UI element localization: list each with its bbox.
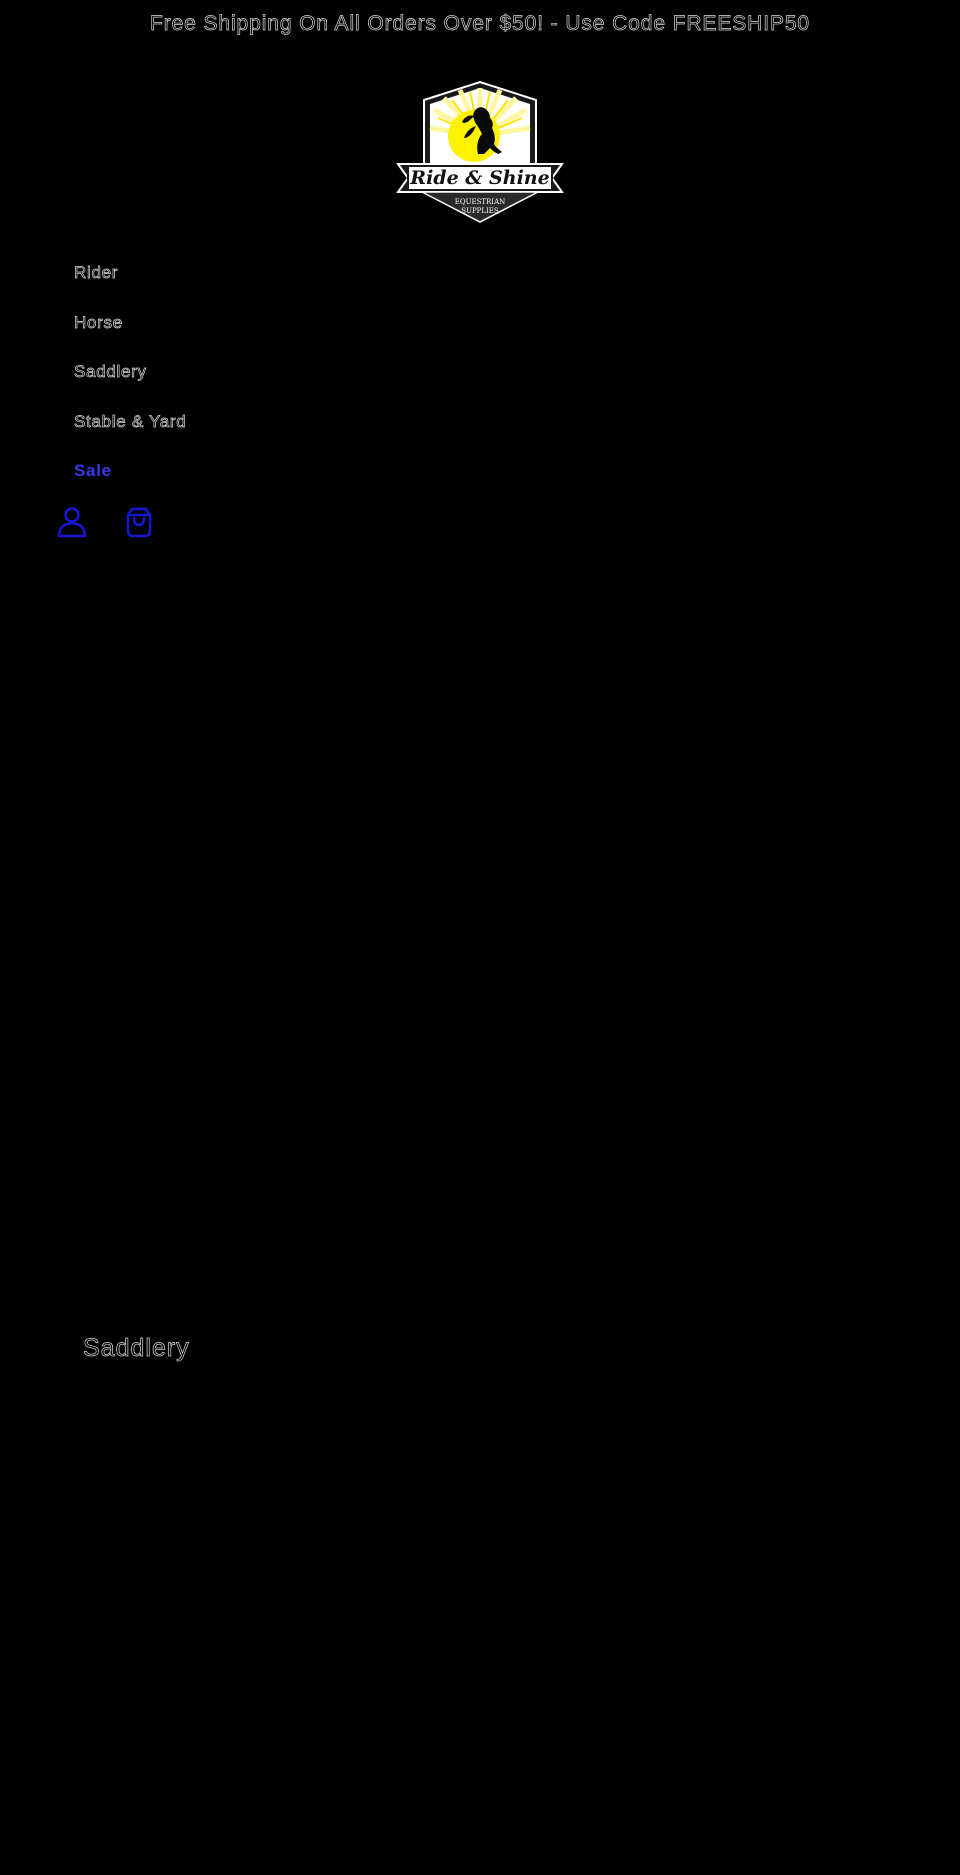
ride-and-shine-logo: Ride & Shine EQUESTRIAN SUPPLIES xyxy=(396,80,564,223)
nav-item-saddlery[interactable]: Saddlery xyxy=(74,354,186,404)
cart-icon xyxy=(126,507,152,538)
section-heading: Saddlery xyxy=(83,1334,190,1363)
nav-item-sale[interactable]: Sale xyxy=(74,453,186,503)
logo-subtitle-line2: SUPPLIES xyxy=(461,207,499,215)
logo-title-text: Ride & Shine xyxy=(409,167,549,189)
main-nav: Rider Horse Saddlery Stable & Yard Sale xyxy=(74,255,186,503)
logo-link[interactable]: Ride & Shine EQUESTRIAN SUPPLIES xyxy=(394,80,566,230)
logo-subtitle-line1: EQUESTRIAN xyxy=(455,198,506,206)
nav-item-rider[interactable]: Rider xyxy=(74,255,186,305)
account-link[interactable] xyxy=(56,506,88,538)
nav-item-stable-yard[interactable]: Stable & Yard xyxy=(74,404,186,454)
account-icon xyxy=(57,507,87,538)
nav-item-horse[interactable]: Horse xyxy=(74,305,186,355)
cart-link[interactable] xyxy=(123,506,155,538)
announcement-bar: Free Shipping On All Orders Over $50! - … xyxy=(149,12,811,36)
